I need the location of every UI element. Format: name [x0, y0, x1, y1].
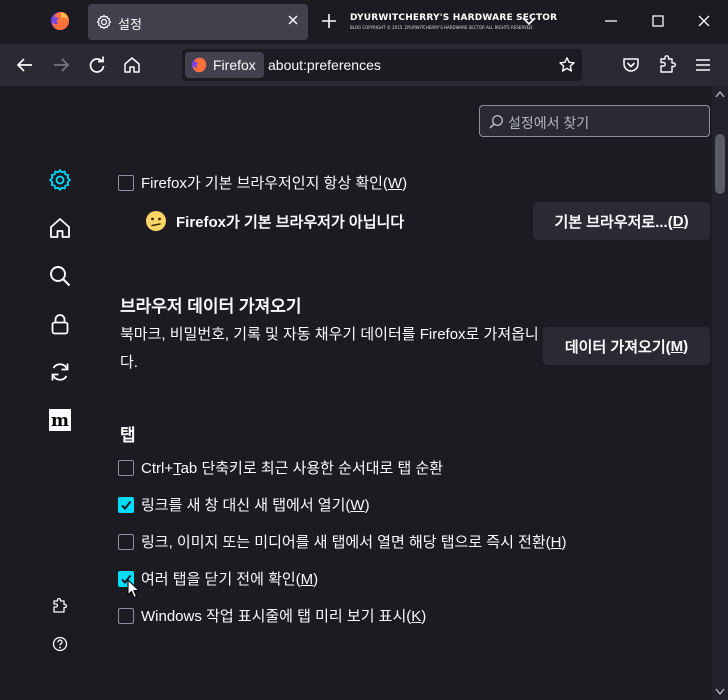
- vertical-scrollbar[interactable]: [712, 86, 728, 700]
- tab-option-checkbox-checked[interactable]: [118, 496, 134, 513]
- identity-label: Firefox: [213, 57, 256, 73]
- category-more-from-mozilla-icon[interactable]: m: [48, 408, 72, 432]
- identity-box[interactable]: Firefox: [185, 52, 264, 78]
- url-text[interactable]: about:preferences: [268, 57, 381, 73]
- tab-option-label: 여러 탭을 닫기 전에 확인(M): [141, 571, 319, 588]
- menu-icon[interactable]: [693, 55, 713, 75]
- tab-option-checkbox[interactable]: [118, 533, 134, 550]
- checkmark-icon: [121, 500, 132, 510]
- tab-option-warn-on-close[interactable]: 여러 탭을 닫기 전에 확인(M): [118, 568, 318, 589]
- reload-icon[interactable]: [87, 55, 107, 75]
- tab-option-open-links-in-tabs[interactable]: 링크를 새 창 대신 새 탭에서 열기(W): [118, 494, 370, 515]
- help-icon[interactable]: [52, 636, 68, 652]
- tab-option-taskbar-previews[interactable]: Windows 작업 표시줄에 탭 미리 보기 표시(K): [118, 605, 426, 626]
- import-heading: 브라우저 데이터 가져오기: [120, 297, 302, 316]
- always-check-default-label: Firefox가 기본 브라우저인지 항상 확인(W): [141, 175, 408, 192]
- tab-title: 설정: [118, 17, 142, 32]
- maximize-icon[interactable]: [649, 12, 667, 30]
- search-icon: [489, 114, 504, 129]
- tab-option-ctrl-tab[interactable]: Ctrl+Tab 단축키로 최근 사용한 순서대로 탭 순환: [118, 457, 443, 478]
- extensions-themes-icon[interactable]: [52, 598, 68, 614]
- tab-option-label: Ctrl+Tab 단축키로 최근 사용한 순서대로 탭 순환: [141, 460, 444, 477]
- category-general-gear-icon[interactable]: [48, 168, 72, 192]
- tab-option-label: Windows 작업 표시줄에 탭 미리 보기 표시(K): [141, 608, 427, 625]
- scroll-up-arrow-icon[interactable]: [715, 90, 725, 98]
- tab-option-checkbox[interactable]: [118, 459, 134, 476]
- import-description: 북마크, 비밀번호, 기록 및 자동 채우기 데이터를 Firefox로 가져옵…: [120, 326, 539, 371]
- firefox-logo-icon[interactable]: [50, 11, 70, 31]
- pocket-icon[interactable]: [621, 55, 641, 75]
- scroll-down-arrow-icon[interactable]: [715, 688, 725, 696]
- back-arrow-icon[interactable]: [15, 55, 35, 75]
- tabs-heading: 탭: [120, 426, 136, 445]
- url-bar[interactable]: Firefox about:preferences: [182, 49, 582, 81]
- import-data-button[interactable]: 데이터 가져오기(M): [543, 327, 710, 365]
- forward-arrow-icon[interactable]: [51, 55, 71, 75]
- tab-option-switch-to-new-tab[interactable]: 링크, 이미지 또는 미디어를 새 탭에서 열면 해당 탭으로 즉시 전환(H): [118, 531, 566, 552]
- confused-face-icon: [146, 211, 166, 231]
- extensions-icon[interactable]: [657, 55, 677, 75]
- minimize-icon[interactable]: [602, 12, 620, 30]
- title-bar: 설정 DYURWITCHERRY'S HARDWARE SECTOR BLOG …: [0, 0, 728, 44]
- mouse-cursor-icon: [127, 579, 140, 599]
- make-default-button[interactable]: 기본 브라우저로...(D): [533, 202, 710, 240]
- bookmark-star-icon[interactable]: [558, 56, 576, 74]
- search-placeholder: 설정에서 찾기: [508, 115, 590, 131]
- settings-search-input[interactable]: 설정에서 찾기: [479, 105, 710, 137]
- chevron-down-icon[interactable]: [520, 12, 538, 30]
- not-default-text: Firefox가 기본 브라우저가 아닙니다: [176, 213, 405, 231]
- always-check-default-checkbox[interactable]: [118, 174, 134, 191]
- gear-icon: [97, 14, 111, 30]
- close-icon[interactable]: [286, 13, 300, 27]
- firefox-logo-icon: [191, 57, 207, 73]
- navigation-toolbar: Firefox about:preferences: [0, 44, 728, 86]
- category-search-icon[interactable]: [48, 264, 72, 288]
- tab-option-label: 링크를 새 창 대신 새 탭에서 열기(W): [141, 497, 370, 514]
- category-privacy-lock-icon[interactable]: [48, 312, 72, 336]
- new-tab-icon[interactable]: [320, 12, 338, 30]
- tab-settings[interactable]: 설정: [88, 4, 308, 40]
- tab-option-checkbox[interactable]: [118, 607, 134, 624]
- svg-text:m: m: [51, 411, 69, 431]
- category-home-icon[interactable]: [48, 216, 72, 240]
- preferences-page: 설정에서 찾기 m Firefox가 기본 브라우저인지 항상 확인(W) Fi…: [0, 86, 712, 700]
- not-default-notice: Firefox가 기본 브라우저가 아닙니다: [145, 210, 404, 232]
- window-close-icon[interactable]: [695, 12, 713, 30]
- scrollbar-thumb[interactable]: [715, 134, 725, 194]
- always-check-default-option[interactable]: Firefox가 기본 브라우저인지 항상 확인(W): [118, 172, 407, 193]
- tab-option-label: 링크, 이미지 또는 미디어를 새 탭에서 열면 해당 탭으로 즉시 전환(H): [141, 534, 567, 551]
- category-sync-icon[interactable]: [48, 360, 72, 384]
- home-icon[interactable]: [122, 55, 142, 75]
